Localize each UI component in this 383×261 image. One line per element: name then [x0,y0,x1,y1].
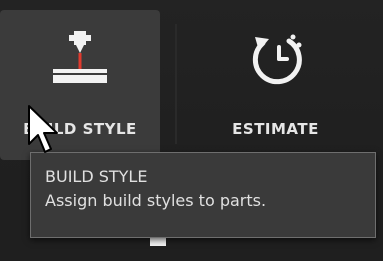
build-style-label: BUILD STYLE [23,120,137,138]
estimate-button[interactable]: ESTIMATE [183,10,368,160]
build-style-tooltip: BUILD STYLE Assign build styles to parts… [30,152,376,238]
toolbar-divider [175,24,177,144]
build-style-button[interactable]: BUILD STYLE [0,10,160,160]
tooltip-description: Assign build styles to parts. [45,191,267,210]
tooltip-title: BUILD STYLE [45,167,148,186]
estimate-label: ESTIMATE [232,120,319,138]
build-style-icon [0,28,160,88]
timer-refresh-icon [183,28,368,88]
